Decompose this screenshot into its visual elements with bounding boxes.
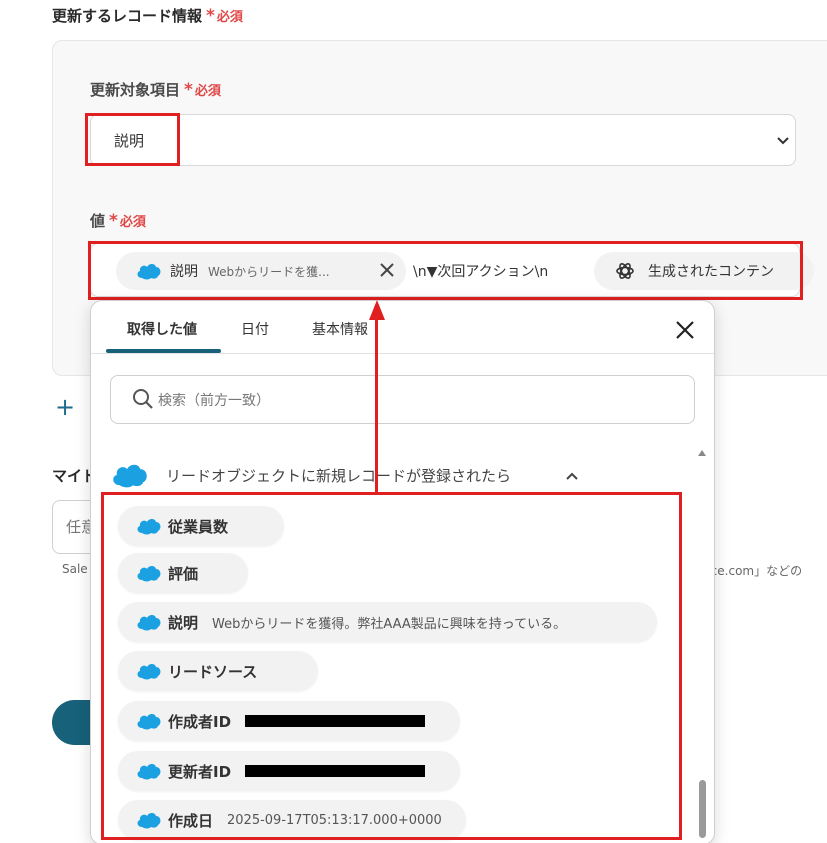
highlight-box-select: [85, 113, 180, 166]
highlight-box-value: [88, 241, 803, 300]
scrollbar-thumb[interactable]: [699, 780, 706, 838]
target-field-label-text: 更新対象項目: [90, 81, 181, 99]
value-field-label: 値 * 必須: [90, 210, 146, 234]
search-icon: [133, 389, 153, 409]
tab-date[interactable]: 日付: [241, 319, 269, 339]
tab-divider: [91, 353, 714, 354]
group-title[interactable]: リードオブジェクトに新規レコードが登録されたら: [166, 465, 511, 486]
scroll-up-arrow-icon[interactable]: [697, 449, 707, 457]
close-icon[interactable]: [674, 319, 696, 341]
hint-text-right: rce.com」などの: [706, 564, 803, 578]
tab-acquired-values[interactable]: 取得した値: [127, 319, 197, 339]
annotation-arrow-line: [375, 318, 378, 492]
required-star: *: [206, 6, 215, 26]
salesforce-cloud-icon: [113, 464, 147, 488]
search-placeholder: 検索（前方一致）: [158, 393, 270, 409]
highlight-box-list: [101, 492, 682, 840]
add-field-button[interactable]: +: [55, 394, 75, 420]
required-label: 必須: [119, 215, 146, 230]
target-field-select[interactable]: [90, 114, 796, 166]
tab-basic-info[interactable]: 基本情報: [312, 319, 368, 339]
required-label: 必須: [194, 84, 221, 99]
required-star: *: [109, 211, 118, 231]
chevron-down-icon[interactable]: [776, 133, 790, 147]
arrow-up-icon: [369, 300, 385, 320]
target-field-label: 更新対象項目 * 必須: [90, 79, 221, 103]
hint-text-left: Sale: [62, 562, 88, 576]
required-star: *: [184, 80, 193, 100]
required-label: 必須: [216, 10, 243, 25]
section-title-text: 更新するレコード情報: [52, 7, 203, 25]
chevron-up-icon[interactable]: [565, 470, 579, 482]
section-title: 更新するレコード情報 * 必須: [52, 5, 243, 29]
value-field-label-text: 値: [90, 212, 106, 230]
